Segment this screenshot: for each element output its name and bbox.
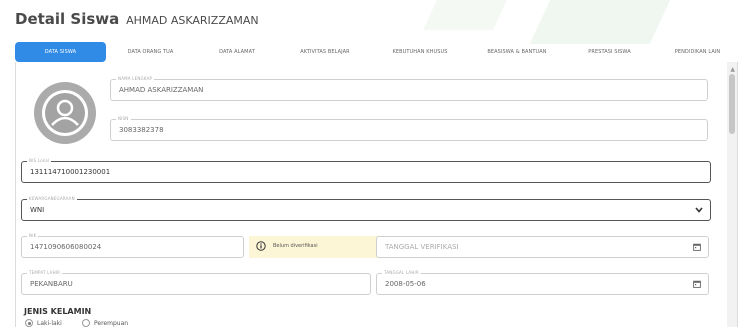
verification-status-badge: Belum diverifikasi <box>249 236 385 258</box>
tab-aktivitas-belajar[interactable]: AKTIVITAS BELAJAR <box>279 42 371 62</box>
nik-field[interactable]: NIK 1471090606080024 <box>21 233 244 258</box>
student-name-heading: AHMAD ASKARIZZAMAN <box>126 14 259 27</box>
tanggal-lahir-field[interactable]: TANGGAL LAHIR 2008-05-06 <box>376 270 709 295</box>
radio-perempuan[interactable] <box>82 319 90 327</box>
verification-status-text: Belum diverifikasi <box>273 243 318 249</box>
tanggal-verifikasi-field[interactable]: TANGGAL VERIFIKASI <box>376 236 709 258</box>
page-title-text: Detail Siswa <box>15 10 120 28</box>
scroll-up-arrow-icon[interactable]: ▲ <box>730 66 735 73</box>
user-avatar-icon <box>42 90 88 136</box>
tab-prestasi-siswa[interactable]: PRESTASI SISWA <box>565 42 654 62</box>
nik-label: NIK <box>27 233 39 238</box>
nis-lokal-field[interactable]: NIS Lokal 131114710001230001 <box>21 158 711 183</box>
nisn-field[interactable]: NISN 3083382378 <box>110 116 708 141</box>
tempat-lahir-value: PEKANBARU <box>30 280 73 288</box>
nisn-value: 3083382378 <box>119 126 164 134</box>
chevron-down-icon[interactable] <box>695 207 703 213</box>
tempat-lahir-label: TEMPAT LAHIR <box>27 270 63 275</box>
radio-laki-laki-label: Laki-laki <box>37 320 62 327</box>
radio-laki-laki[interactable] <box>25 319 33 327</box>
tanggal-lahir-value: 2008-05-06 <box>385 280 426 288</box>
form-panel: NAMA LENGKAP AHMAD ASKARIZZAMAN NISN 308… <box>15 62 738 327</box>
radio-perempuan-label: Perempuan <box>94 320 129 327</box>
tab-data-orang-tua[interactable]: DATA ORANG TUA <box>106 42 195 62</box>
jenis-kelamin-heading: JENIS KELAMIN <box>24 307 92 316</box>
tab-kebutuhan-khusus[interactable]: KEBUTUHAN KHUSUS <box>371 42 469 62</box>
watermark-shape <box>529 0 671 44</box>
nis-lokal-value: 131114710001230001 <box>30 168 111 176</box>
nama-lengkap-field[interactable]: NAMA LENGKAP AHMAD ASKARIZZAMAN <box>110 76 708 101</box>
page-title: Detail Siswa AHMAD ASKARIZZAMAN <box>15 10 259 28</box>
tab-data-siswa[interactable]: DATA SISWA <box>15 42 106 62</box>
nis-lokal-label: NIS Lokal <box>27 158 52 163</box>
tempat-lahir-field[interactable]: TEMPAT LAHIR PEKANBARU <box>21 270 371 295</box>
tab-bar: DATA SISWA DATA ORANG TUA DATA ALAMAT AK… <box>15 42 741 62</box>
nik-value: 1471090606080024 <box>30 243 102 251</box>
kewarganegaraan-select[interactable]: KEWARGANEGARAAN WNI <box>21 196 711 221</box>
nama-lengkap-value: AHMAD ASKARIZZAMAN <box>119 86 204 94</box>
tab-pendidikan-lain[interactable]: PENDIDIKAN LAIN <box>654 42 741 62</box>
kewarganegaraan-value: WNI <box>30 206 45 214</box>
student-avatar <box>34 82 96 144</box>
tanggal-verifikasi-placeholder: TANGGAL VERIFIKASI <box>385 243 459 251</box>
watermark-shape <box>423 0 507 30</box>
info-circle-icon <box>256 241 266 251</box>
kewarganegaraan-label: KEWARGANEGARAAN <box>27 196 77 201</box>
tab-data-alamat[interactable]: DATA ALAMAT <box>195 42 279 62</box>
nisn-label: NISN <box>116 116 131 121</box>
tanggal-lahir-label: TANGGAL LAHIR <box>382 270 421 275</box>
calendar-icon[interactable] <box>693 280 701 288</box>
nama-lengkap-label: NAMA LENGKAP <box>116 76 155 81</box>
tab-beasiswa-bantuan[interactable]: BEASISWA & BANTUAN <box>469 42 565 62</box>
scrollbar[interactable]: ▲ <box>727 62 737 327</box>
calendar-icon[interactable] <box>693 243 701 251</box>
scrollbar-thumb[interactable] <box>729 74 735 134</box>
